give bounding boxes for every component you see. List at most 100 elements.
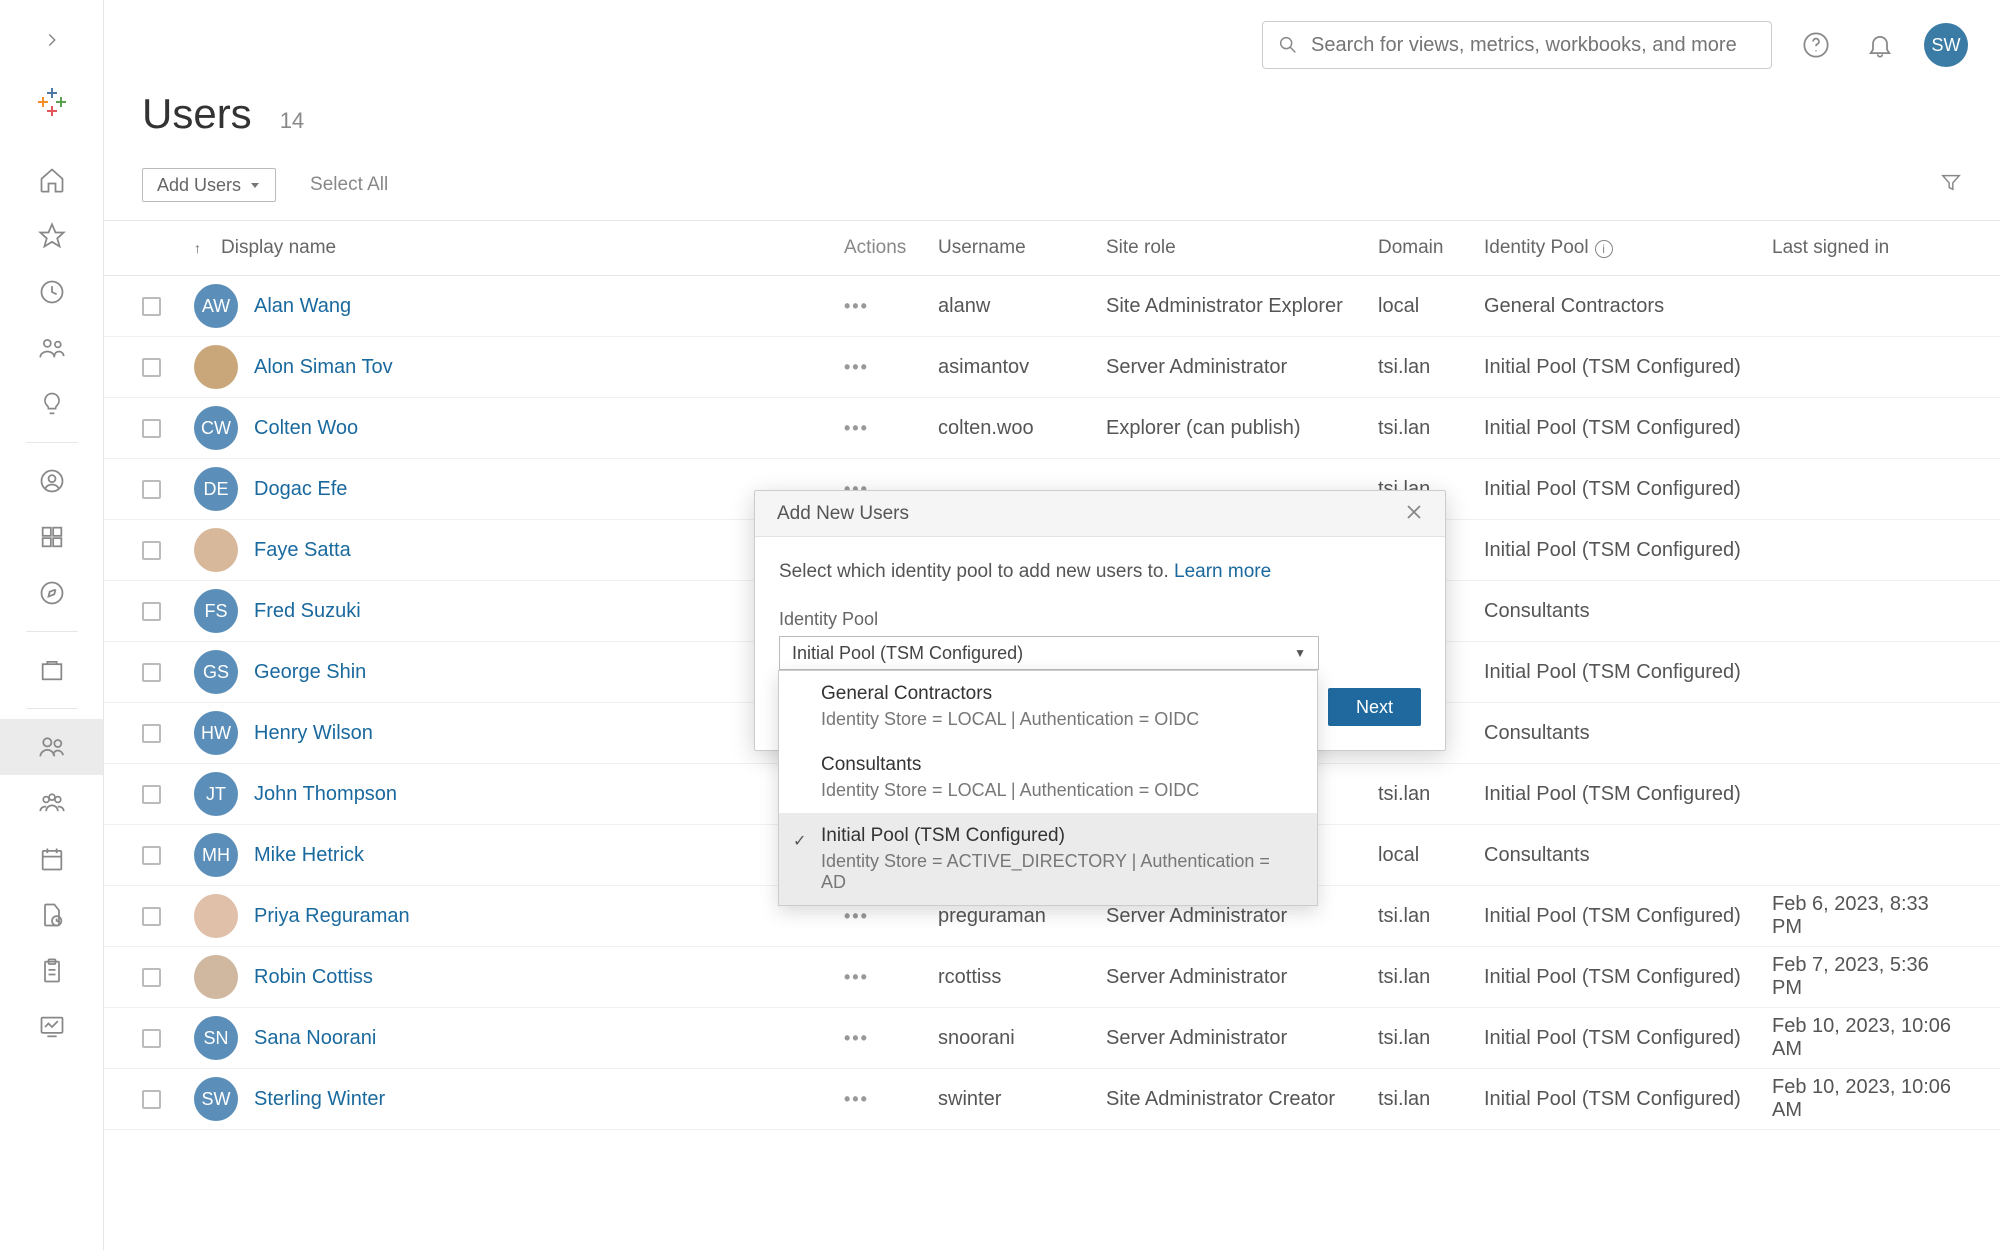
row-checkbox[interactable] (142, 480, 161, 499)
modal-close-button[interactable] (1405, 501, 1423, 527)
user-name-link[interactable]: Colten Woo (254, 417, 358, 440)
col-username[interactable]: Username (938, 237, 1106, 259)
row-actions-button[interactable]: ••• (844, 418, 869, 438)
user-name-link[interactable]: Mike Hetrick (254, 844, 364, 867)
user-name-link[interactable]: Alan Wang (254, 295, 351, 318)
user-name-link[interactable]: Sterling Winter (254, 1088, 385, 1111)
learn-more-link[interactable]: Learn more (1174, 561, 1271, 582)
identity-pool-option[interactable]: Consultants Identity Store = LOCAL | Aut… (779, 742, 1317, 813)
nav-groups[interactable] (0, 775, 103, 831)
nav-shared[interactable] (0, 320, 103, 376)
help-button[interactable] (1796, 25, 1836, 65)
cell-username: swinter (938, 1088, 1106, 1111)
row-checkbox[interactable] (142, 297, 161, 316)
row-checkbox[interactable] (142, 1090, 161, 1109)
cell-site-role: Server Administrator (1106, 905, 1378, 928)
nav-personal-space[interactable] (0, 453, 103, 509)
row-checkbox[interactable] (142, 785, 161, 804)
tableau-logo[interactable] (0, 72, 103, 132)
search-input[interactable] (1311, 34, 1757, 57)
cell-identity-pool: Initial Pool (TSM Configured) (1484, 539, 1772, 562)
row-actions-button[interactable]: ••• (844, 967, 869, 987)
add-users-button[interactable]: Add Users (142, 168, 276, 202)
identity-pool-option[interactable]: General Contractors Identity Store = LOC… (779, 671, 1317, 742)
row-actions-button[interactable]: ••• (844, 906, 869, 926)
user-name-link[interactable]: Robin Cottiss (254, 966, 373, 989)
notifications-button[interactable] (1860, 25, 1900, 65)
cell-identity-pool: Initial Pool (TSM Configured) (1484, 966, 1772, 989)
user-avatar[interactable]: SW (1924, 23, 1968, 67)
info-icon[interactable]: i (1595, 240, 1613, 258)
row-actions-button[interactable]: ••• (844, 1089, 869, 1109)
col-domain[interactable]: Domain (1378, 237, 1484, 259)
cell-domain: tsi.lan (1378, 417, 1484, 440)
cell-domain: local (1378, 844, 1484, 867)
row-actions-button[interactable]: ••• (844, 357, 869, 377)
nav-collections[interactable] (0, 509, 103, 565)
col-site-role[interactable]: Site role (1106, 237, 1378, 259)
identity-pool-select[interactable]: Initial Pool (TSM Configured) ▼ (779, 636, 1319, 670)
nav-users[interactable] (0, 719, 103, 775)
row-checkbox[interactable] (142, 602, 161, 621)
caret-down-icon (249, 179, 261, 191)
avatar: JT (194, 772, 238, 816)
table-row: SNSana Noorani ••• snoorani Server Admin… (104, 1008, 2000, 1069)
row-checkbox[interactable] (142, 358, 161, 377)
identity-pool-option[interactable]: ✓ Initial Pool (TSM Configured) Identity… (779, 813, 1317, 905)
modal-instruction: Select which identity pool to add new us… (779, 561, 1169, 582)
select-all-button[interactable]: Select All (310, 174, 388, 196)
user-name-link[interactable]: Fred Suzuki (254, 600, 361, 623)
row-actions-button[interactable]: ••• (844, 1028, 869, 1048)
row-checkbox[interactable] (142, 907, 161, 926)
next-button[interactable]: Next (1328, 688, 1421, 726)
avatar: DE (194, 467, 238, 511)
row-checkbox[interactable] (142, 663, 161, 682)
row-checkbox[interactable] (142, 419, 161, 438)
row-checkbox[interactable] (142, 724, 161, 743)
cell-domain: tsi.lan (1378, 1088, 1484, 1111)
collapse-nav-button[interactable] (0, 20, 103, 60)
user-name-link[interactable]: Sana Noorani (254, 1027, 376, 1050)
row-checkbox[interactable] (142, 846, 161, 865)
cell-identity-pool: Initial Pool (TSM Configured) (1484, 356, 1772, 379)
identity-pool-dropdown: General Contractors Identity Store = LOC… (778, 670, 1318, 906)
user-name-link[interactable]: Faye Satta (254, 539, 351, 562)
user-name-link[interactable]: Alon Siman Tov (254, 356, 393, 379)
global-search[interactable] (1262, 21, 1772, 69)
table-row: SWSterling Winter ••• swinter Site Admin… (104, 1069, 2000, 1130)
nav-schedules[interactable] (0, 831, 103, 887)
table-row: Alon Siman Tov ••• asimantov Server Admi… (104, 337, 2000, 398)
page-title: Users (142, 90, 252, 138)
cell-identity-pool: Consultants (1484, 844, 1772, 867)
nav-site-status[interactable] (0, 999, 103, 1055)
cell-domain: tsi.lan (1378, 356, 1484, 379)
col-display-name[interactable]: ↑Display name (194, 237, 844, 259)
filter-button[interactable] (1940, 171, 1962, 199)
cell-username: rcottiss (938, 966, 1106, 989)
nav-recommendations[interactable] (0, 376, 103, 432)
row-checkbox[interactable] (142, 1029, 161, 1048)
col-identity-pool[interactable]: Identity Pooli (1484, 237, 1772, 259)
nav-home[interactable] (0, 152, 103, 208)
user-name-link[interactable]: Priya Reguraman (254, 905, 410, 928)
row-checkbox[interactable] (142, 968, 161, 987)
user-name-link[interactable]: George Shin (254, 661, 366, 684)
nav-explore[interactable] (0, 565, 103, 621)
col-last-signed[interactable]: Last signed in (1772, 237, 1962, 259)
cell-identity-pool: Initial Pool (TSM Configured) (1484, 478, 1772, 501)
nav-tasks[interactable] (0, 943, 103, 999)
row-actions-button[interactable]: ••• (844, 296, 869, 316)
nav-jobs[interactable] (0, 887, 103, 943)
avatar: HW (194, 711, 238, 755)
cell-domain: tsi.lan (1378, 783, 1484, 806)
cell-identity-pool: Initial Pool (TSM Configured) (1484, 417, 1772, 440)
user-name-link[interactable]: Dogac Efe (254, 478, 347, 501)
cell-last-signed: Feb 10, 2023, 10:06 AM (1772, 1015, 1962, 1061)
nav-external-assets[interactable] (0, 642, 103, 698)
nav-favorites[interactable] (0, 208, 103, 264)
row-checkbox[interactable] (142, 541, 161, 560)
user-name-link[interactable]: Henry Wilson (254, 722, 373, 745)
avatar: CW (194, 406, 238, 450)
nav-recents[interactable] (0, 264, 103, 320)
user-name-link[interactable]: John Thompson (254, 783, 397, 806)
